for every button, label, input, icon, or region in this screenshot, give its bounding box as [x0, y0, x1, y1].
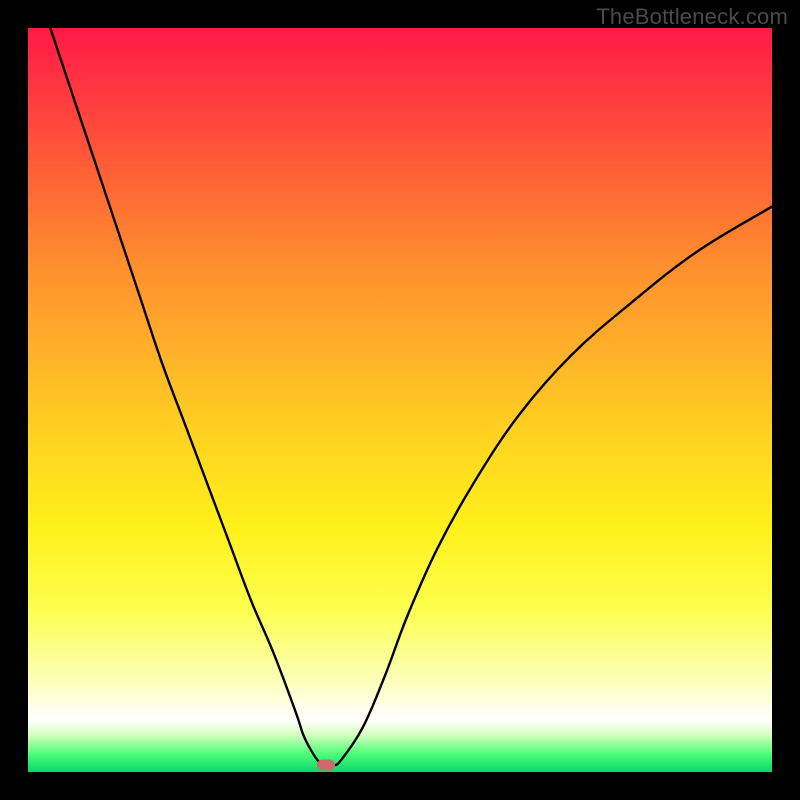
plot-area: [28, 28, 772, 772]
bottleneck-curve: [28, 28, 772, 772]
optimal-point-marker: [317, 759, 335, 770]
watermark-text: TheBottleneck.com: [596, 4, 788, 30]
